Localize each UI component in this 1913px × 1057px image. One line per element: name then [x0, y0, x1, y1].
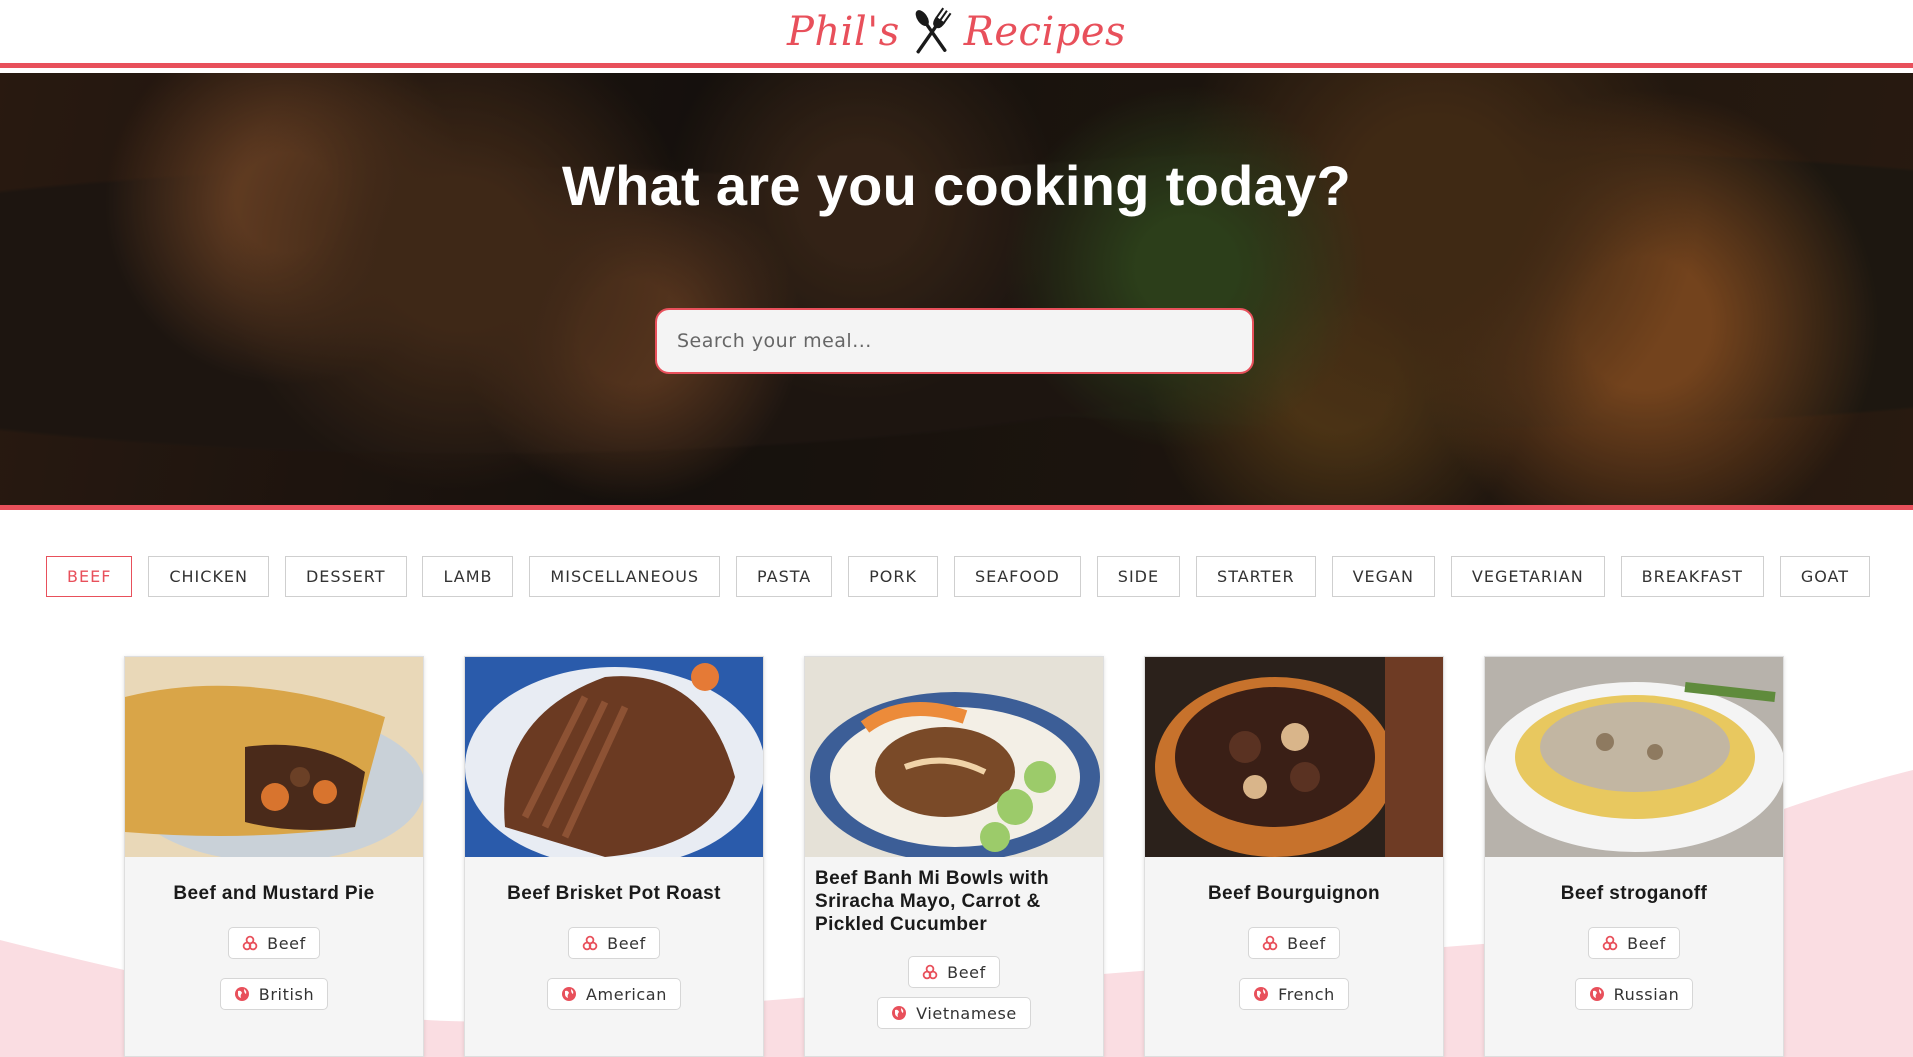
recipe-category-label: Beef — [267, 933, 306, 953]
recipe-card-body: Beef and Mustard Pie Beef British — [125, 857, 423, 1010]
recipe-area-label: French — [1278, 984, 1335, 1004]
recipe-category-tag[interactable]: Beef — [1588, 927, 1680, 959]
recipe-grid: Beef and Mustard Pie Beef British Beef Bris… — [124, 656, 1784, 1057]
category-icon — [242, 935, 258, 951]
fork-knife-icon — [915, 7, 952, 53]
recipe-card-body: Beef Banh Mi Bowls with Sriracha Mayo, C… — [805, 857, 1103, 1029]
recipe-category-label: Beef — [607, 933, 646, 953]
recipe-image[interactable] — [125, 657, 424, 857]
recipe-title[interactable]: Beef Brisket Pot Roast — [507, 875, 721, 911]
recipe-card[interactable]: Beef and Mustard Pie Beef British — [124, 656, 424, 1057]
category-button-vegan[interactable]: VEGAN — [1331, 556, 1435, 597]
category-button-miscellaneous[interactable]: MISCELLANEOUS — [529, 556, 721, 597]
category-button-goat[interactable]: GOAT — [1779, 556, 1870, 597]
hero-banner: What are you cooking today? — [0, 73, 1913, 510]
category-button-vegetarian[interactable]: VEGETARIAN — [1450, 556, 1605, 597]
recipe-title[interactable]: Beef stroganoff — [1561, 875, 1707, 911]
category-icon — [922, 964, 938, 980]
recipe-image[interactable] — [1485, 657, 1784, 857]
category-button-side[interactable]: SIDE — [1096, 556, 1181, 597]
recipe-category-label: Beef — [947, 962, 986, 982]
recipe-title[interactable]: Beef Banh Mi Bowls with Sriracha Mayo, C… — [815, 867, 1093, 936]
recipe-area-tag[interactable]: French — [1239, 978, 1349, 1010]
globe-icon — [561, 986, 577, 1002]
globe-icon — [1253, 986, 1269, 1002]
category-button-breakfast[interactable]: BREAKFAST — [1620, 556, 1764, 597]
recipe-area-label: American — [586, 984, 667, 1004]
recipe-category-label: Beef — [1287, 933, 1326, 953]
recipe-image[interactable] — [805, 657, 1104, 857]
globe-icon — [891, 1005, 907, 1021]
category-button-seafood[interactable]: SEAFOOD — [953, 556, 1081, 597]
logo-text-right: Recipes — [963, 8, 1127, 55]
recipe-category-tag[interactable]: Beef — [1248, 927, 1340, 959]
hero-image-overlay — [0, 73, 1913, 505]
logo-text-left: Phil's — [786, 8, 900, 55]
recipe-area-label: Russian — [1613, 984, 1680, 1004]
hero-title: What are you cooking today? — [561, 154, 1352, 217]
recipe-card-body: Beef Bourguignon Beef French — [1145, 857, 1443, 1010]
globe-icon — [1589, 986, 1605, 1002]
category-filter-bar: BEEF CHICKEN DESSERT LAMB MISCELLANEOUS PASTA… — [46, 556, 1870, 598]
category-button-lamb[interactable]: LAMB — [422, 556, 514, 597]
recipe-category-tag[interactable]: Beef — [228, 927, 320, 959]
recipe-area-label: Vietnamese — [916, 1003, 1017, 1023]
recipe-title[interactable]: Beef Bourguignon — [1208, 875, 1380, 911]
category-button-pork[interactable]: PORK — [848, 556, 938, 597]
recipe-category-tag[interactable]: Beef — [568, 927, 660, 959]
recipe-card-body: Beef Brisket Pot Roast Beef American — [465, 857, 763, 1010]
recipe-card[interactable]: Beef Bourguignon Beef French — [1144, 656, 1444, 1057]
site-logo[interactable]: Phil's Recipes — [787, 5, 1126, 59]
category-button-pasta[interactable]: PASTA — [736, 556, 833, 597]
recipe-card-body: Beef stroganoff Beef Russian — [1485, 857, 1783, 1010]
category-button-dessert[interactable]: DESSERT — [284, 556, 407, 597]
recipe-category-tag[interactable]: Beef — [908, 956, 1000, 988]
recipe-image[interactable] — [465, 657, 764, 857]
recipe-area-tag[interactable]: Vietnamese — [877, 997, 1031, 1029]
category-icon — [1602, 935, 1618, 951]
recipe-category-label: Beef — [1627, 933, 1666, 953]
category-icon — [582, 935, 598, 951]
category-button-beef[interactable]: BEEF — [46, 556, 133, 597]
recipe-card[interactable]: Beef Banh Mi Bowls with Sriracha Mayo, C… — [804, 656, 1104, 1057]
recipe-image[interactable] — [1145, 657, 1444, 857]
recipe-area-tag[interactable]: American — [547, 978, 681, 1010]
globe-icon — [234, 986, 250, 1002]
category-icon — [1262, 935, 1278, 951]
category-button-chicken[interactable]: CHICKEN — [148, 556, 270, 597]
recipe-card[interactable]: Beef Brisket Pot Roast Beef American — [464, 656, 764, 1057]
search-input[interactable] — [655, 308, 1254, 374]
recipe-area-label: British — [258, 984, 315, 1004]
recipe-card[interactable]: Beef stroganoff Beef Russian — [1484, 656, 1784, 1057]
category-button-starter[interactable]: STARTER — [1196, 556, 1316, 597]
site-header: Phil's Recipes — [0, 0, 1913, 68]
recipe-area-tag[interactable]: British — [219, 978, 329, 1010]
recipe-title[interactable]: Beef and Mustard Pie — [173, 875, 374, 911]
recipe-area-tag[interactable]: Russian — [1574, 978, 1694, 1010]
